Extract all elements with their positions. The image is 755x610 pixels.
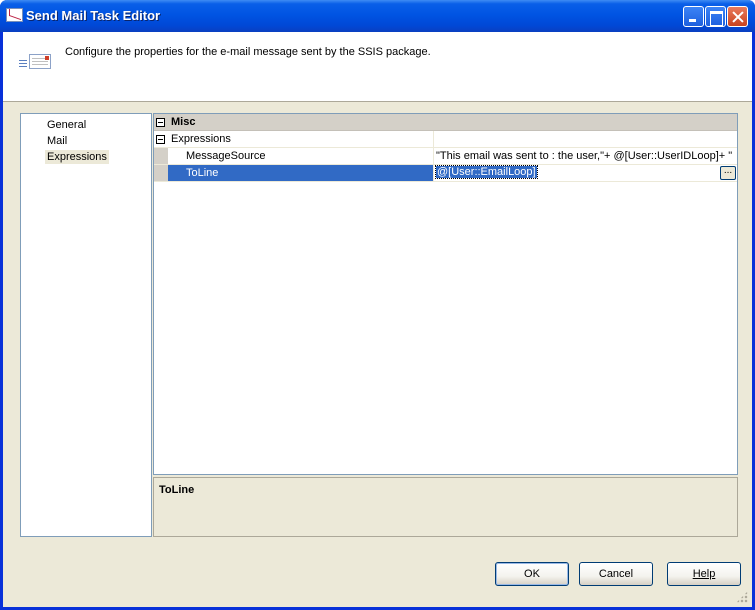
group-label: Expressions [171, 133, 231, 145]
title-bar[interactable]: Send Mail Task Editor [0, 0, 755, 32]
column-divider [433, 131, 434, 148]
dialog-window: Send Mail Task Editor Configure the prop… [0, 0, 755, 610]
resize-grip-icon[interactable] [736, 591, 748, 603]
minimize-button[interactable] [683, 6, 704, 27]
collapse-icon[interactable] [156, 118, 165, 127]
help-button[interactable]: Help [667, 562, 741, 586]
nav-item-mail[interactable]: Mail [45, 134, 69, 148]
property-grid: Misc Expressions MessageSource "This ema… [153, 113, 738, 475]
property-name: MessageSource [186, 150, 266, 162]
column-divider [433, 165, 434, 182]
header-banner: Configure the properties for the e-mail … [3, 32, 752, 102]
column-divider [433, 148, 434, 165]
cancel-button[interactable]: Cancel [579, 562, 653, 586]
window-title: Send Mail Task Editor [26, 8, 161, 23]
group-row-expressions[interactable]: Expressions [154, 131, 737, 148]
help-button-label: Help [692, 568, 716, 580]
close-button[interactable] [727, 6, 748, 27]
property-name: ToLine [186, 167, 219, 179]
nav-item-general[interactable]: General [45, 118, 88, 132]
ok-button[interactable]: OK [495, 562, 569, 586]
property-value[interactable]: "This email was sent to : the user,"+ @[… [436, 148, 736, 164]
mail-task-icon [6, 8, 23, 22]
header-description: Configure the properties for the e-mail … [65, 46, 431, 58]
selected-value-text[interactable]: @[User::EmailLoop] [435, 165, 538, 179]
property-value-editor[interactable]: @[User::EmailLoop] [435, 165, 720, 180]
description-panel: ToLine [153, 477, 738, 537]
description-title: ToLine [159, 484, 195, 496]
row-gutter [154, 165, 168, 181]
property-row-toline[interactable]: ToLine @[User::EmailLoop] ... [154, 165, 737, 182]
maximize-button[interactable] [705, 6, 726, 27]
mail-envelope-icon [19, 52, 53, 74]
category-label: Misc [171, 116, 196, 128]
ellipsis-button[interactable]: ... [720, 166, 736, 180]
property-row-messagesource[interactable]: MessageSource "This email was sent to : … [154, 148, 737, 165]
category-row-misc[interactable]: Misc [154, 114, 737, 131]
row-gutter [154, 148, 168, 164]
nav-list: General Mail Expressions [20, 113, 152, 537]
nav-item-expressions[interactable]: Expressions [45, 150, 109, 164]
collapse-icon[interactable] [156, 135, 165, 144]
